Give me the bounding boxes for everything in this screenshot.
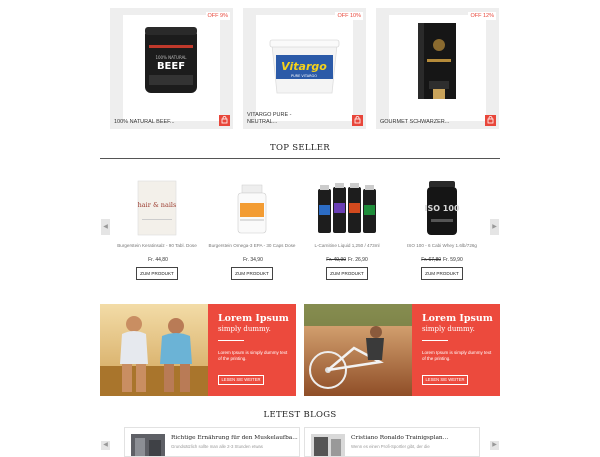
read-more-button[interactable]: LESEN SIE WEITER (422, 375, 468, 385)
product-name[interactable]: L-Carnitine Liquid 1,250 / 473ml (298, 243, 396, 248)
view-product-button[interactable]: ZUM PRODUKT (421, 267, 463, 280)
add-to-cart-icon[interactable] (485, 115, 496, 126)
svg-text:BEEF: BEEF (157, 61, 185, 72)
old-price: Fr. 67,80 (421, 257, 441, 263)
cyclist-photo (304, 304, 412, 396)
discount-badge: OFF 10% (335, 12, 363, 20)
banner-divider (422, 340, 448, 341)
blogs-prev-arrow[interactable]: ◀ (101, 441, 110, 450)
banner-subheading: simply dummy. (218, 325, 271, 333)
black-coffee-box-image (418, 23, 456, 99)
product-image[interactable]: ISO 100 (417, 179, 467, 237)
product-name[interactable]: Burgerstein Keratinsalz - 90 Tabl. Dose (108, 243, 206, 248)
carnitine-bottles-image (318, 183, 376, 233)
product-name[interactable]: Burgerstein Omega-3 EPA - 30 Caps Dose (203, 243, 301, 248)
current-price: Fr. 34,90 (243, 257, 263, 263)
blogs-heading: LETEST BLOGS (263, 410, 337, 420)
product-card[interactable]: Burgerstein Omega-3 EPA - 30 Caps Dose F… (203, 175, 301, 285)
blog-title[interactable]: Richtige Ernährung für den Muskelaufba..… (171, 435, 298, 441)
product-name[interactable]: 100% NATURAL BEEF... (114, 119, 184, 126)
old-price: Fr. 49,90 (326, 257, 346, 263)
blog-snippet: Wenn es einen Profi-Sportler gibt, der d… (351, 444, 430, 449)
product-image[interactable] (227, 179, 277, 237)
promo-banner[interactable]: Lorem Ipsum simply dummy. Lorem Ipsum is… (304, 304, 500, 396)
view-product-button[interactable]: ZUM PRODUKT (231, 267, 273, 280)
blog-snippet: Grundsätzlich sollte man alle 2-3 Stunde… (171, 444, 263, 449)
product-image[interactable] (312, 179, 382, 237)
add-to-cart-icon[interactable] (219, 115, 230, 126)
product-card[interactable]: L-Carnitine Liquid 1,250 / 473ml Fr. 49,… (298, 175, 396, 285)
carousel-next-arrow[interactable]: ▶ (490, 219, 499, 235)
product-card[interactable]: hair & nails Burgerstein Keratinsalz - 9… (108, 175, 206, 285)
top-seller-heading: TOP SELLER (270, 143, 330, 153)
product-name[interactable]: ISO 100 - 6 Cabi Whey 1.6lb/726g (393, 243, 491, 248)
current-price: Fr. 59,90 (443, 257, 463, 263)
svg-text:100% NATURAL: 100% NATURAL (155, 55, 187, 60)
featured-product-card[interactable]: OFF 12% GOURMET SCHWARZER... (376, 8, 499, 129)
product-name[interactable]: GOURMET SCHWARZER... (380, 119, 450, 126)
beef-protein-tub-image: 100% NATURAL BEEF (145, 27, 197, 93)
blog-title[interactable]: Cristiano Ronaldo Trainigsplan... (351, 435, 448, 441)
section-divider (100, 158, 500, 159)
banner-heading: Lorem Ipsum (218, 313, 289, 324)
omega-bottle-image (237, 184, 267, 234)
banner-content: Lorem Ipsum simply dummy. Lorem Ipsum is… (208, 304, 296, 396)
blog-card[interactable]: Cristiano Ronaldo Trainigsplan... Wenn e… (304, 427, 480, 457)
discount-badge: OFF 12% (468, 12, 496, 20)
current-price: Fr. 44,80 (148, 257, 168, 263)
featured-product-card[interactable]: 100% NATURAL BEEF OFF 9% 100% NATURAL BE… (110, 8, 233, 129)
svg-text:hair & nails: hair & nails (138, 201, 177, 209)
hair-nails-box-image: hair & nails (138, 180, 177, 236)
featured-product-card[interactable]: Vitargo PURE VITARGO OFF 10% VITARGO PUR… (243, 8, 366, 129)
product-card[interactable]: ISO 100 ISO 100 - 6 Cabi Whey 1.6lb/726g… (393, 175, 491, 285)
promo-banner[interactable]: Lorem Ipsum simply dummy. Lorem Ipsum is… (100, 304, 296, 396)
banner-text: Lorem Ipsum is simply dummy text of the … (422, 350, 492, 361)
blog-thumbnail[interactable] (311, 434, 345, 457)
banner-text: Lorem Ipsum is simply dummy text of the … (218, 350, 288, 361)
product-price: Fr. 67,80 Fr. 59,90 (393, 257, 491, 263)
product-image-frame[interactable]: 100% NATURAL BEEF (123, 15, 220, 121)
svg-text:ISO 100: ISO 100 (424, 204, 459, 213)
product-price: Fr. 44,80 (108, 257, 206, 263)
product-name[interactable]: VITARGO PURE - NEUTRAL... (247, 112, 317, 125)
view-product-button[interactable]: ZUM PRODUKT (326, 267, 368, 280)
banner-divider (218, 340, 244, 341)
current-price: Fr. 26,90 (348, 257, 368, 263)
runners-photo (100, 304, 208, 396)
svg-text:Vitargo: Vitargo (281, 60, 327, 73)
read-more-button[interactable]: LESEN SIE WEITER (218, 375, 264, 385)
add-to-cart-icon[interactable] (352, 115, 363, 126)
view-product-button[interactable]: ZUM PRODUKT (136, 267, 178, 280)
discount-badge: OFF 9% (205, 12, 230, 20)
blog-card[interactable]: Richtige Ernährung für den Muskelaufba..… (124, 427, 300, 457)
product-image-frame[interactable] (389, 15, 486, 121)
banner-heading: Lorem Ipsum (422, 313, 493, 324)
banner-content: Lorem Ipsum simply dummy. Lorem Ipsum is… (412, 304, 500, 396)
vitargo-tub-image: Vitargo PURE VITARGO (269, 39, 340, 94)
product-price: Fr. 34,90 (203, 257, 301, 263)
product-image[interactable]: hair & nails (132, 179, 182, 237)
product-image-frame[interactable]: Vitargo PURE VITARGO (256, 15, 353, 121)
product-price: Fr. 49,90 Fr. 26,90 (298, 257, 396, 263)
blogs-next-arrow[interactable]: ▶ (490, 441, 499, 450)
svg-text:PURE VITARGO: PURE VITARGO (291, 74, 317, 78)
iso100-tub-image: ISO 100 (424, 181, 460, 235)
banner-subheading: simply dummy. (422, 325, 475, 333)
blog-thumbnail[interactable] (131, 434, 165, 457)
